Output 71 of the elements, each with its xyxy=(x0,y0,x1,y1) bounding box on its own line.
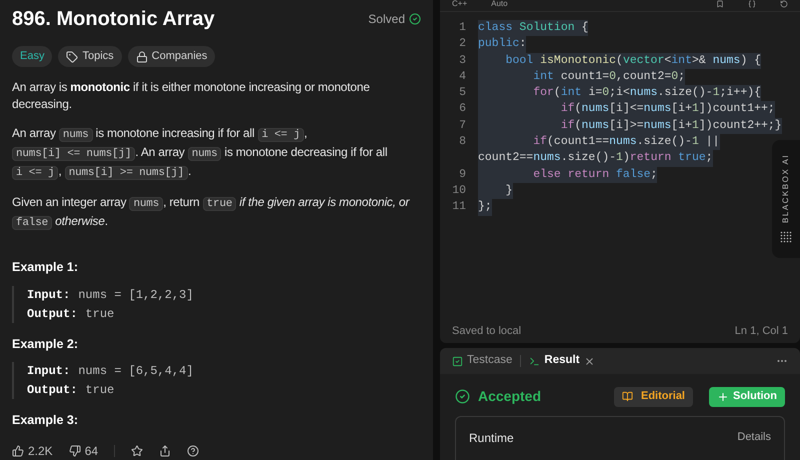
editorial-button[interactable]: Editorial xyxy=(614,386,693,406)
line-number: 11 xyxy=(451,199,467,216)
language-selector[interactable]: C++ xyxy=(452,0,468,8)
side-tab-label: BLACKBOX AI xyxy=(780,154,791,222)
terminal-icon xyxy=(529,356,540,366)
line-number: 7 xyxy=(458,118,467,134)
details-link[interactable]: Details xyxy=(737,429,771,460)
help-icon[interactable] xyxy=(187,445,200,457)
example-heading: Example 3: xyxy=(12,412,80,430)
example-value: true xyxy=(85,382,114,400)
line-number: 5 xyxy=(458,85,467,102)
panel-tab[interactable]: Result xyxy=(529,352,595,370)
verdict: Accepted xyxy=(478,387,542,406)
lock-icon xyxy=(136,50,148,62)
indent-mode[interactable]: Auto xyxy=(491,0,508,8)
line-number: 3 xyxy=(458,52,467,69)
runtime-label: Runtime xyxy=(469,430,514,447)
inline-code: nums xyxy=(188,147,222,161)
example-value: nums = [1,2,2,3] xyxy=(78,286,194,304)
braces-icon[interactable] xyxy=(748,0,756,8)
tag-chip[interactable]: Easy xyxy=(12,46,52,67)
description-paragraph: An array nums is monotone increasing if for all i <= j , nums[i] <= nums[j] . An array nums is monotone decreasing if for all i <= j , nums[i] >= nums[j] . xyxy=(12,125,388,182)
solved-status: Solved xyxy=(368,11,405,28)
example-label: Input: xyxy=(27,363,70,380)
line-number: 8 xyxy=(458,134,467,150)
inline-code: false xyxy=(12,216,52,230)
line-number: 2 xyxy=(458,36,467,52)
bookmark-icon[interactable] xyxy=(716,0,724,8)
book-icon xyxy=(622,391,633,402)
inline-code: nums xyxy=(58,128,92,142)
example-label: Input: xyxy=(27,286,70,304)
side-panel-tab[interactable]: BLACKBOX AI xyxy=(772,140,800,258)
problem-title: 896. Monotonic Array xyxy=(12,7,215,32)
inline-code: nums[i] <= nums[j] xyxy=(12,147,136,161)
panel-tab[interactable]: Testcase xyxy=(452,352,512,370)
example-label: Output: xyxy=(27,382,78,400)
example-heading: Example 2: xyxy=(12,336,80,353)
plus-icon xyxy=(717,390,729,402)
cursor-position: Ln 1, Col 1 xyxy=(734,324,788,338)
description-paragraph: An array is monotonic if it is either monotone increasing or monotone decreasing. xyxy=(12,79,371,113)
thumbs-up-icon[interactable] xyxy=(12,445,24,457)
close-icon[interactable] xyxy=(584,356,595,366)
description-paragraph: Given an integer array nums , return true if the given array is monotonic, or false otherwise. xyxy=(12,194,411,232)
example-label: Output: xyxy=(27,306,78,322)
check-circle-icon xyxy=(409,13,421,25)
dislike-count: 64 xyxy=(84,443,98,460)
star-icon[interactable] xyxy=(131,445,144,457)
save-status: Saved to local xyxy=(452,324,522,338)
line-number: 1 xyxy=(458,20,467,36)
inline-code: true xyxy=(202,197,236,211)
tag-chip[interactable]: Companies xyxy=(128,46,216,67)
thumbs-down-icon[interactable] xyxy=(68,445,81,457)
dotted-sphere-icon xyxy=(779,230,793,244)
inline-code: i <= j xyxy=(258,128,304,142)
inline-code: nums xyxy=(129,197,164,211)
example-heading: Example 1: xyxy=(12,258,80,276)
share-icon[interactable] xyxy=(159,445,172,457)
tag-icon xyxy=(66,50,78,62)
inline-code: nums[i] >= nums[j] xyxy=(64,166,188,180)
reset-icon[interactable] xyxy=(780,0,788,8)
example-value: nums = [6,5,4,4] xyxy=(78,363,194,380)
check-circle-icon xyxy=(455,389,470,404)
checkbox-icon xyxy=(452,356,463,366)
line-number: 6 xyxy=(458,101,467,118)
example-value: true xyxy=(85,306,114,322)
tag-chip[interactable]: Topics xyxy=(58,46,122,67)
line-number: 4 xyxy=(458,68,467,85)
line-number: 10 xyxy=(451,182,467,199)
like-count: 2.2K xyxy=(28,443,53,460)
line-number: 9 xyxy=(458,166,467,183)
inline-code: i <= j xyxy=(12,166,58,180)
